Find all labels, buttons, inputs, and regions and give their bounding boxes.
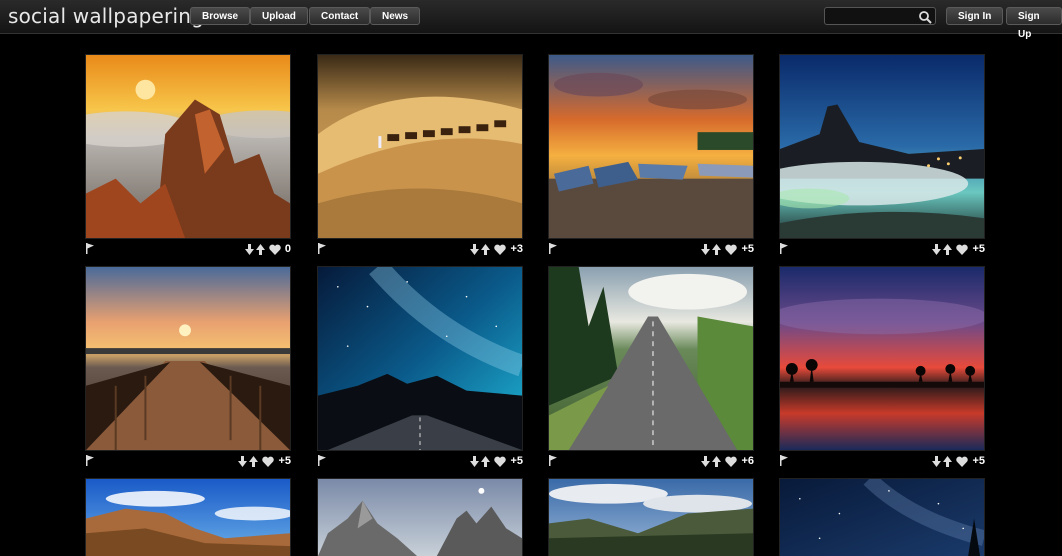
wallpaper-image bbox=[86, 55, 290, 238]
heart-icon[interactable] bbox=[725, 456, 738, 467]
arrow-down-icon[interactable] bbox=[238, 455, 248, 467]
wallpaper-thumbnail[interactable] bbox=[85, 478, 291, 556]
wallpaper-meta: +5 bbox=[779, 454, 985, 468]
wallpaper-card: +5 bbox=[317, 266, 523, 470]
wallpaper-card: +5 bbox=[548, 54, 754, 258]
wallpaper-thumbnail[interactable] bbox=[548, 54, 754, 239]
heart-icon[interactable] bbox=[262, 456, 275, 467]
wallpaper-image bbox=[780, 267, 984, 450]
wallpaper-image bbox=[780, 479, 984, 556]
flag-icon[interactable] bbox=[317, 243, 327, 254]
vote-controls: 0 bbox=[244, 242, 291, 256]
wallpaper-card: +5 bbox=[85, 266, 291, 470]
heart-icon[interactable] bbox=[269, 244, 281, 255]
arrow-up-icon[interactable] bbox=[712, 243, 722, 255]
arrow-up-icon[interactable] bbox=[255, 243, 265, 255]
arrow-down-icon[interactable] bbox=[932, 455, 942, 467]
heart-icon[interactable] bbox=[494, 244, 507, 255]
heart-icon[interactable] bbox=[725, 244, 738, 255]
arrow-up-icon[interactable] bbox=[943, 455, 953, 467]
vote-controls: +5 bbox=[932, 242, 985, 256]
heart-icon[interactable] bbox=[956, 456, 969, 467]
wallpaper-meta: +6 bbox=[548, 454, 754, 468]
vote-controls: +5 bbox=[701, 242, 754, 256]
wallpaper-card: +6 bbox=[548, 266, 754, 470]
vote-score: +6 bbox=[741, 455, 754, 467]
wallpaper-card: +5 bbox=[779, 54, 985, 258]
wallpaper-card bbox=[548, 478, 754, 556]
wallpaper-meta: +5 bbox=[317, 454, 523, 468]
vote-controls: +6 bbox=[701, 454, 754, 468]
arrow-down-icon[interactable] bbox=[701, 243, 711, 255]
arrow-up-icon[interactable] bbox=[481, 243, 491, 255]
wallpaper-thumbnail[interactable] bbox=[779, 266, 985, 451]
wallpaper-meta: +3 bbox=[317, 242, 523, 256]
wallpaper-card bbox=[779, 478, 985, 556]
wallpaper-thumbnail[interactable] bbox=[548, 478, 754, 556]
vote-score: +5 bbox=[741, 243, 754, 255]
flag-icon[interactable] bbox=[85, 455, 95, 466]
wallpaper-thumbnail[interactable] bbox=[317, 266, 523, 451]
vote-score: +5 bbox=[972, 455, 985, 467]
wallpaper-thumbnail[interactable] bbox=[317, 54, 523, 239]
arrow-down-icon[interactable] bbox=[470, 243, 480, 255]
wallpaper-image bbox=[318, 55, 522, 238]
wallpaper-meta: +5 bbox=[85, 454, 291, 468]
flag-icon[interactable] bbox=[548, 243, 558, 254]
wallpaper-meta: +5 bbox=[779, 242, 985, 256]
wallpaper-thumbnail[interactable] bbox=[85, 266, 291, 451]
arrow-down-icon[interactable] bbox=[244, 243, 254, 255]
wallpaper-card: +5 bbox=[779, 266, 985, 470]
heart-icon[interactable] bbox=[494, 456, 507, 467]
wallpaper-thumbnail[interactable] bbox=[85, 54, 291, 239]
flag-icon[interactable] bbox=[85, 243, 95, 254]
flag-icon[interactable] bbox=[548, 455, 558, 466]
wallpaper-image bbox=[86, 267, 290, 450]
wallpaper-meta: 0 bbox=[85, 242, 291, 256]
vote-controls: +5 bbox=[470, 454, 523, 468]
flag-icon[interactable] bbox=[317, 455, 327, 466]
wallpaper-card: +3 bbox=[317, 54, 523, 258]
vote-controls: +5 bbox=[932, 454, 985, 468]
flag-icon[interactable] bbox=[779, 243, 789, 254]
wallpaper-card bbox=[85, 478, 291, 556]
wallpaper-image bbox=[549, 55, 753, 238]
wallpaper-thumbnail[interactable] bbox=[779, 54, 985, 239]
wallpaper-image bbox=[86, 479, 290, 556]
wallpaper-image bbox=[318, 479, 522, 556]
flag-icon[interactable] bbox=[779, 455, 789, 466]
arrow-up-icon[interactable] bbox=[481, 455, 491, 467]
vote-controls: +3 bbox=[470, 242, 523, 256]
wallpaper-card: 0 bbox=[85, 54, 291, 258]
heart-icon[interactable] bbox=[956, 244, 969, 255]
arrow-down-icon[interactable] bbox=[470, 455, 480, 467]
vote-controls: +5 bbox=[238, 454, 291, 468]
arrow-down-icon[interactable] bbox=[701, 455, 711, 467]
vote-score: 0 bbox=[284, 243, 291, 255]
arrow-up-icon[interactable] bbox=[249, 455, 259, 467]
wallpaper-image bbox=[549, 479, 753, 556]
arrow-up-icon[interactable] bbox=[712, 455, 722, 467]
wallpaper-thumbnail[interactable] bbox=[317, 478, 523, 556]
vote-score: +3 bbox=[510, 243, 523, 255]
vote-score: +5 bbox=[278, 455, 291, 467]
wallpaper-thumbnail[interactable] bbox=[779, 478, 985, 556]
vote-score: +5 bbox=[972, 243, 985, 255]
arrow-up-icon[interactable] bbox=[943, 243, 953, 255]
arrow-down-icon[interactable] bbox=[932, 243, 942, 255]
wallpaper-image bbox=[549, 267, 753, 450]
wallpaper-card bbox=[317, 478, 523, 556]
wallpaper-thumbnail[interactable] bbox=[548, 266, 754, 451]
wallpaper-image bbox=[318, 267, 522, 450]
vote-score: +5 bbox=[510, 455, 523, 467]
wallpaper-image bbox=[780, 55, 984, 238]
wallpaper-grid: 0 +3 +5 +5 +5 +5 +6 +5 bbox=[0, 0, 1062, 556]
wallpaper-meta: +5 bbox=[548, 242, 754, 256]
